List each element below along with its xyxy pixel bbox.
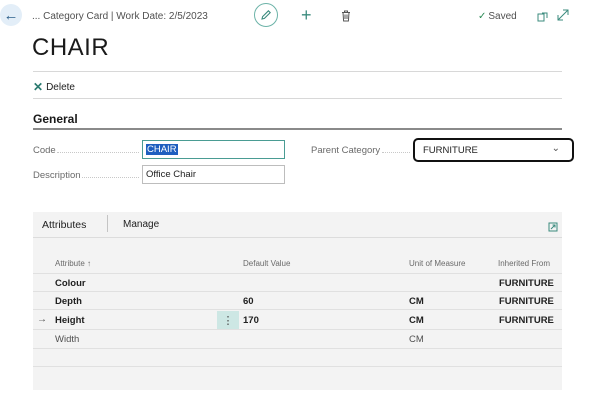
expand-grid-icon bbox=[548, 222, 558, 232]
column-header-unit-of-measure[interactable]: Unit of Measure bbox=[409, 259, 465, 268]
divider bbox=[33, 237, 562, 238]
delete-label: Delete bbox=[46, 81, 75, 93]
description-label: Description bbox=[33, 170, 81, 181]
tab-attributes[interactable]: Attributes bbox=[42, 219, 86, 231]
attribute-cell: Width bbox=[55, 334, 80, 345]
breadcrumb: ... Category Card | Work Date: 2/5/2023 bbox=[32, 11, 208, 22]
inherited-from-cell: FURNITURE bbox=[499, 296, 554, 307]
expand-button[interactable] bbox=[557, 8, 569, 26]
delete-record-button[interactable] bbox=[341, 9, 351, 27]
column-header-attribute[interactable]: Attribute ↑ bbox=[55, 259, 91, 268]
column-header-default-value[interactable]: Default Value bbox=[243, 259, 290, 268]
saved-label: Saved bbox=[488, 11, 517, 22]
pencil-icon bbox=[261, 10, 271, 20]
close-icon: ✕ bbox=[33, 80, 44, 94]
parent-category-value: FURNITURE bbox=[423, 144, 478, 156]
plus-icon: + bbox=[301, 5, 312, 25]
field-leader bbox=[382, 152, 410, 153]
table-row-selected[interactable]: Height 170 CM FURNITURE bbox=[33, 311, 562, 329]
inherited-from-cell: FURNITURE bbox=[499, 315, 554, 326]
code-label: Code bbox=[33, 145, 56, 156]
row-divider bbox=[33, 366, 562, 367]
column-header-inherited-from[interactable]: Inherited From bbox=[498, 259, 550, 268]
popout-icon bbox=[537, 12, 548, 22]
divider bbox=[33, 71, 562, 72]
table-row[interactable]: Colour FURNITURE bbox=[33, 274, 562, 292]
page-title: CHAIR bbox=[32, 34, 110, 61]
attribute-cell: Depth bbox=[55, 296, 82, 307]
add-button[interactable]: + bbox=[301, 6, 312, 24]
section-underline bbox=[33, 128, 562, 130]
table-row[interactable]: Depth 60 CM FURNITURE bbox=[33, 292, 562, 310]
default-value-cell: 170 bbox=[243, 315, 259, 326]
divider bbox=[33, 98, 562, 99]
attribute-cell: Colour bbox=[55, 278, 86, 289]
trash-icon bbox=[342, 10, 350, 22]
code-value: CHAIR bbox=[146, 144, 178, 155]
parent-category-label: Parent Category bbox=[311, 145, 381, 156]
unit-of-measure-cell: CM bbox=[409, 334, 424, 345]
unit-of-measure-cell: CM bbox=[409, 296, 424, 307]
row-divider bbox=[33, 348, 562, 349]
open-in-page-button[interactable] bbox=[548, 219, 558, 237]
parent-category-select[interactable]: FURNITURE ⌄ bbox=[413, 138, 574, 162]
row-actions-button[interactable]: ⋮ bbox=[217, 311, 239, 329]
description-value: Office Chair bbox=[146, 169, 196, 180]
expand-icon bbox=[557, 9, 569, 21]
chevron-down-icon: ⌄ bbox=[551, 143, 560, 154]
tab-separator bbox=[107, 215, 108, 232]
back-button[interactable]: ← bbox=[0, 4, 22, 26]
arrow-left-icon: ← bbox=[3, 6, 19, 24]
checkmark-icon: ✓ bbox=[478, 11, 487, 22]
more-vertical-icon: ⋮ bbox=[222, 314, 234, 327]
table-row[interactable]: Width CM bbox=[33, 330, 562, 348]
delete-button[interactable]: ✕ Delete bbox=[33, 80, 75, 94]
row-divider bbox=[33, 309, 562, 310]
field-leader bbox=[82, 177, 139, 178]
saved-status: ✓ Saved bbox=[478, 11, 517, 22]
edit-button[interactable] bbox=[254, 3, 278, 27]
tab-manage[interactable]: Manage bbox=[123, 219, 159, 230]
attribute-cell: Height bbox=[55, 315, 85, 326]
inherited-from-cell: FURNITURE bbox=[499, 278, 554, 289]
description-field[interactable]: Office Chair bbox=[142, 165, 285, 184]
section-title-general: General bbox=[33, 112, 78, 126]
field-leader bbox=[57, 152, 139, 153]
open-new-window-button[interactable] bbox=[537, 9, 548, 27]
code-field[interactable]: CHAIR bbox=[142, 140, 285, 159]
row-arrow-right-icon: → bbox=[37, 314, 47, 325]
unit-of-measure-cell: CM bbox=[409, 315, 424, 326]
default-value-cell: 60 bbox=[243, 296, 254, 307]
